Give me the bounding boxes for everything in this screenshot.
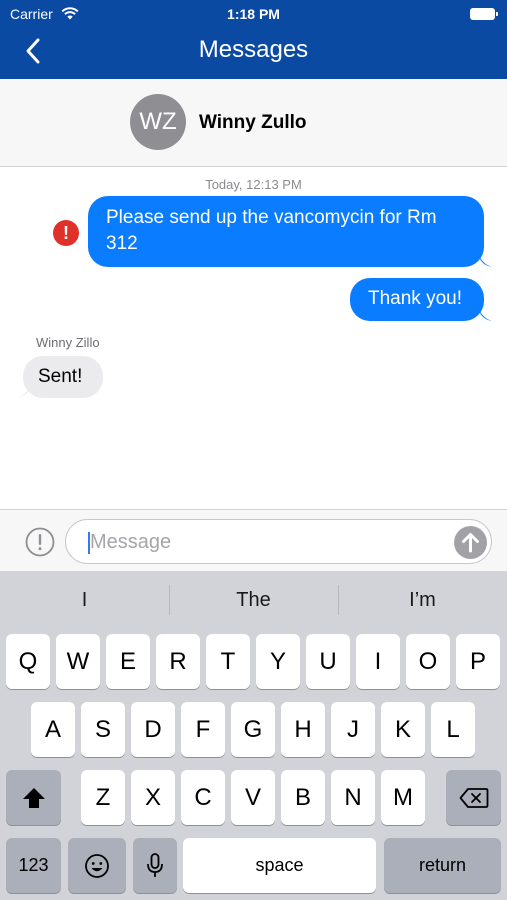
page-title: Messages xyxy=(198,36,309,63)
key-w[interactable]: W xyxy=(56,634,100,689)
navigation-bar: Carrier 1:18 PM Messages xyxy=(0,0,507,79)
info-button[interactable] xyxy=(25,527,55,557)
contact-name: Winny Zullo xyxy=(199,112,307,133)
key-b[interactable]: B xyxy=(281,770,325,825)
key-x[interactable]: X xyxy=(131,770,175,825)
key-f[interactable]: F xyxy=(181,702,225,757)
shift-arrow-icon xyxy=(22,787,45,808)
key-c[interactable]: C xyxy=(181,770,225,825)
microphone-icon xyxy=(147,852,163,877)
message-error-icon[interactable]: ! xyxy=(53,220,79,246)
message-placeholder: Message xyxy=(90,531,172,553)
bubble-tail xyxy=(478,307,492,321)
key-n[interactable]: N xyxy=(331,770,375,825)
return-key[interactable]: return xyxy=(384,838,501,893)
key-t[interactable]: T xyxy=(206,634,250,689)
keyboard: I The I’m Q W E R T Y U I O P A S D F G … xyxy=(0,571,507,900)
space-key[interactable]: space xyxy=(183,838,376,893)
key-y[interactable]: Y xyxy=(256,634,300,689)
key-k[interactable]: K xyxy=(381,702,425,757)
emoji-key[interactable] xyxy=(68,838,126,893)
send-button[interactable] xyxy=(454,526,487,559)
avatar: WZ xyxy=(130,94,186,150)
key-j[interactable]: J xyxy=(331,702,375,757)
key-m[interactable]: M xyxy=(381,770,425,825)
suggestion-item[interactable]: I’m xyxy=(338,571,507,629)
outgoing-message-bubble[interactable]: Thank you! xyxy=(350,278,484,321)
suggestion-item[interactable]: I xyxy=(0,571,169,629)
key-d[interactable]: D xyxy=(131,702,175,757)
delete-key[interactable] xyxy=(446,770,501,825)
sender-name: Winny Zillo xyxy=(36,335,100,350)
battery-icon xyxy=(470,8,498,20)
message-composer: Message xyxy=(0,509,507,571)
key-g[interactable]: G xyxy=(231,702,275,757)
key-r[interactable]: R xyxy=(156,634,200,689)
backspace-icon xyxy=(459,787,488,808)
contact-header[interactable]: WZ Winny Zullo xyxy=(0,79,507,167)
key-s[interactable]: S xyxy=(81,702,125,757)
bubble-tail xyxy=(478,253,492,267)
key-p[interactable]: P xyxy=(456,634,500,689)
numbers-key[interactable]: 123 xyxy=(6,838,61,893)
key-e[interactable]: E xyxy=(106,634,150,689)
key-q[interactable]: Q xyxy=(6,634,50,689)
key-h[interactable]: H xyxy=(281,702,325,757)
message-timestamp: Today, 12:13 PM xyxy=(205,177,302,192)
key-o[interactable]: O xyxy=(406,634,450,689)
emoji-icon xyxy=(85,853,109,878)
arrow-up-icon xyxy=(462,533,479,553)
key-z[interactable]: Z xyxy=(81,770,125,825)
outgoing-message-bubble[interactable]: Please send up the vancomycin for Rm 312 xyxy=(88,196,484,267)
key-v[interactable]: V xyxy=(231,770,275,825)
status-bar: Carrier 1:18 PM xyxy=(0,4,507,24)
dictation-key[interactable] xyxy=(133,838,177,893)
key-u[interactable]: U xyxy=(306,634,350,689)
key-l[interactable]: L xyxy=(431,702,475,757)
shift-key[interactable] xyxy=(6,770,61,825)
message-input[interactable]: Message xyxy=(65,519,492,564)
suggestion-item[interactable]: The xyxy=(169,571,338,629)
incoming-message-bubble[interactable]: Sent! xyxy=(23,356,103,398)
key-a[interactable]: A xyxy=(31,702,75,757)
info-circle-icon xyxy=(25,527,55,557)
key-i[interactable]: I xyxy=(356,634,400,689)
status-time: 1:18 PM xyxy=(227,6,280,22)
